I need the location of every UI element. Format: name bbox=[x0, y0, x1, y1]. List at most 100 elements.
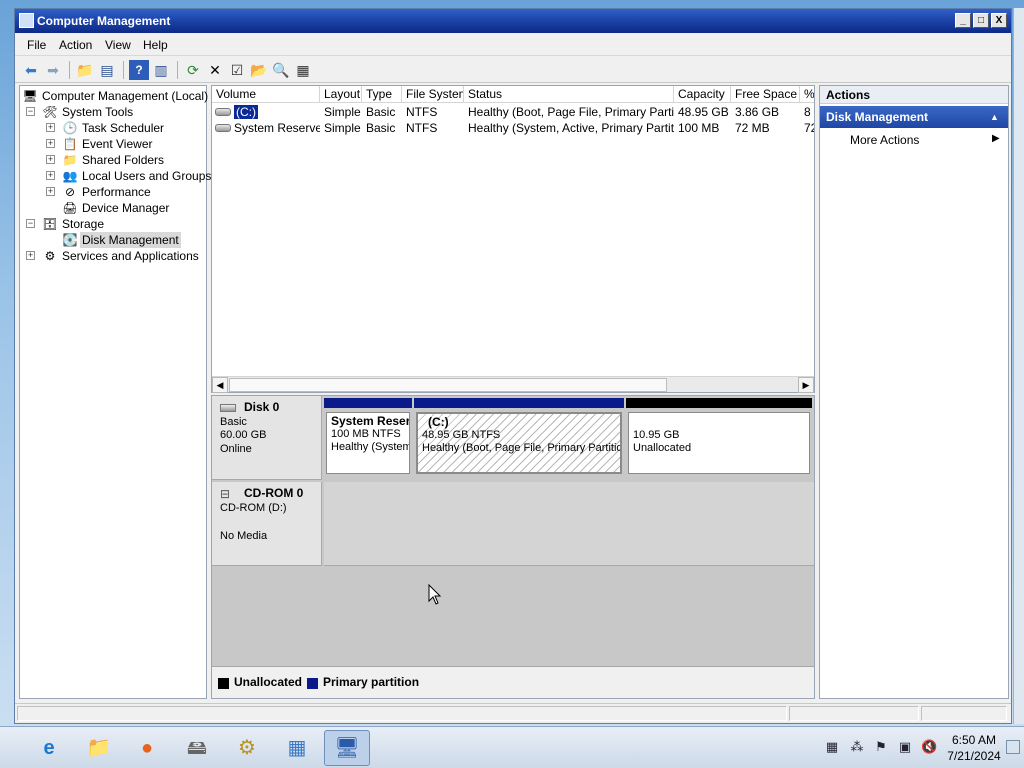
computer-management-window: Computer Management _ □ X File Action Vi… bbox=[14, 8, 1012, 724]
scroll-left-icon[interactable]: ◀ bbox=[212, 377, 228, 393]
actions-pane: Actions Disk Management ▲ More Actions ▶ bbox=[819, 85, 1009, 699]
forward-arrow-icon[interactable]: ➡ bbox=[43, 60, 63, 80]
volume-type: Basic bbox=[366, 121, 396, 135]
disk-map: Disk 0 Basic 60.00 GB Online System Rese… bbox=[211, 395, 815, 699]
disk-settings-icon[interactable]: ▦ bbox=[293, 60, 313, 80]
column-header-free-space[interactable]: Free Space bbox=[731, 86, 800, 103]
menu-view[interactable]: View bbox=[99, 34, 137, 56]
scroll-thumb[interactable] bbox=[229, 378, 667, 392]
column-header-layout[interactable]: Layout bbox=[320, 86, 362, 103]
expand-icon[interactable]: + bbox=[46, 187, 55, 196]
flag-icon[interactable]: ⚑ bbox=[873, 739, 889, 755]
scroll-right-icon[interactable]: ▶ bbox=[798, 377, 814, 393]
language-icon[interactable]: ⁂ bbox=[849, 739, 865, 755]
tools-icon: 🛠 bbox=[42, 105, 58, 119]
clock[interactable]: 6:50 AM 7/21/2024 bbox=[936, 732, 1012, 764]
actions-title: Actions bbox=[820, 86, 1008, 104]
partition-body: System Reser 100 MB NTFS Healthy (System bbox=[326, 412, 410, 474]
table-row[interactable]: (C:) Simple Basic NTFS Healthy (Boot, Pa… bbox=[212, 104, 814, 120]
users-icon: 👥 bbox=[62, 169, 78, 183]
properties-icon[interactable]: ☑ bbox=[227, 60, 247, 80]
open-folder-icon[interactable]: 📂 bbox=[249, 60, 269, 80]
column-header-type[interactable]: Type bbox=[362, 86, 402, 103]
more-actions-label: More Actions bbox=[850, 133, 920, 147]
volume-muted-icon[interactable]: 🔇 bbox=[921, 739, 937, 755]
expand-icon[interactable]: + bbox=[26, 251, 35, 260]
menu-help[interactable]: Help bbox=[137, 34, 174, 56]
column-header-volume[interactable]: Volume bbox=[212, 86, 320, 103]
volume-list-header: Volume Layout Type File System Status Ca… bbox=[212, 86, 814, 103]
partition-system-reserved[interactable]: System Reser 100 MB NTFS Healthy (System bbox=[324, 398, 412, 478]
tree-label: Services and Applications bbox=[62, 249, 199, 263]
server-manager-icon[interactable]: 🖴 bbox=[174, 730, 220, 766]
volume-capacity: 48.95 GB bbox=[678, 105, 729, 119]
partition-unallocated[interactable]: 10.95 GB Unallocated bbox=[626, 398, 812, 478]
menu-action[interactable]: Action bbox=[53, 34, 98, 56]
show-hide-console-tree-icon[interactable]: ▤ bbox=[97, 60, 117, 80]
expand-icon[interactable]: + bbox=[46, 155, 55, 164]
help-icon[interactable]: ? bbox=[129, 60, 149, 80]
file-explorer-icon[interactable]: 📁 bbox=[76, 730, 122, 766]
collapse-icon[interactable]: − bbox=[26, 219, 35, 228]
computer-management-icon: 🖥 bbox=[22, 89, 38, 103]
volume-list: Volume Layout Type File System Status Ca… bbox=[211, 85, 815, 393]
maximize-button[interactable]: □ bbox=[973, 13, 989, 28]
expand-icon[interactable]: + bbox=[46, 171, 55, 180]
column-header-file-system[interactable]: File System bbox=[402, 86, 464, 103]
up-folder-icon[interactable]: 📁 bbox=[75, 60, 95, 80]
tree-label: Event Viewer bbox=[82, 137, 153, 151]
internet-explorer-icon[interactable]: e bbox=[26, 730, 72, 766]
tools-app-icon[interactable]: ⚙ bbox=[224, 730, 270, 766]
more-actions-item[interactable]: More Actions ▶ bbox=[820, 130, 1008, 150]
control-panel-icon[interactable]: ▦ bbox=[274, 730, 320, 766]
status-bar bbox=[15, 703, 1011, 723]
legend-unallocated: Unallocated bbox=[234, 675, 303, 689]
legend: Unallocated Primary partition bbox=[212, 666, 814, 698]
volume-name: System Reserved bbox=[234, 121, 320, 135]
refresh-icon[interactable]: ⟳ bbox=[183, 60, 203, 80]
column-header-capacity[interactable]: Capacity bbox=[674, 86, 731, 103]
cdrom-0-label[interactable]: ⊟ CD-ROM 0 CD-ROM (D:) No Media bbox=[212, 482, 322, 566]
taskbar: e 📁 ● 🖴 ⚙ ▦ 🖥 ▦ ⁂ ⚑ ▣ 🔇 6:50 AM 7/21/202… bbox=[0, 726, 1024, 768]
table-row[interactable]: System Reserved Simple Basic NTFS Health… bbox=[212, 120, 814, 136]
background-window-edge bbox=[1013, 8, 1024, 724]
disk-state: Online bbox=[220, 443, 252, 455]
volume-free-space: 3.86 GB bbox=[735, 105, 780, 119]
partition-c-drive[interactable]: (C:) 48.95 GB NTFS Healthy (Boot, Page F… bbox=[414, 398, 624, 478]
computer-management-icon bbox=[19, 13, 34, 28]
event-viewer-icon: 📋 bbox=[62, 137, 78, 151]
partition-size: 100 MB NTFS bbox=[331, 428, 401, 440]
show-hide-action-pane-icon[interactable]: ▥ bbox=[151, 60, 171, 80]
network-icon[interactable]: ▣ bbox=[897, 739, 913, 755]
volume-layout: Simple bbox=[324, 121, 361, 135]
back-arrow-icon[interactable]: ⬅ bbox=[21, 60, 41, 80]
window-title: Computer Management bbox=[37, 14, 171, 28]
expand-icon[interactable]: + bbox=[46, 139, 55, 148]
volume-file-system: NTFS bbox=[406, 121, 438, 135]
tree-label: Performance bbox=[82, 185, 151, 199]
volume-file-system: NTFS bbox=[406, 105, 438, 119]
search-icon[interactable]: 🔍 bbox=[271, 60, 291, 80]
disk-0-label[interactable]: Disk 0 Basic 60.00 GB Online bbox=[212, 396, 322, 480]
expand-icon[interactable]: + bbox=[46, 123, 55, 132]
menu-file[interactable]: File bbox=[21, 34, 52, 56]
storage-icon: 🗄 bbox=[42, 217, 58, 231]
minimize-button[interactable]: _ bbox=[955, 13, 971, 28]
clock-time: 6:50 AM bbox=[951, 733, 997, 747]
close-button[interactable]: X bbox=[991, 13, 1007, 28]
show-desktop-button[interactable] bbox=[1006, 740, 1020, 754]
column-header-percent-free[interactable]: % bbox=[800, 86, 814, 103]
column-header-status[interactable]: Status bbox=[464, 86, 674, 103]
performance-icon: ⊘ bbox=[64, 185, 76, 199]
volume-status: Healthy (System, Active, Primary Partiti… bbox=[468, 121, 674, 135]
computer-management-taskbar-button[interactable]: 🖥 bbox=[324, 730, 370, 766]
delete-icon[interactable]: ✕ bbox=[205, 60, 225, 80]
toolbar-separator bbox=[123, 61, 124, 79]
collapse-arrow-icon[interactable]: ▲ bbox=[990, 106, 999, 128]
collapse-icon[interactable]: − bbox=[26, 107, 35, 116]
firefox-icon[interactable]: ● bbox=[124, 730, 170, 766]
actions-section-disk-management[interactable]: Disk Management ▲ bbox=[820, 106, 1008, 128]
grid-icon[interactable]: ▦ bbox=[824, 739, 840, 755]
horizontal-scrollbar[interactable]: ◀ ▶ bbox=[212, 376, 814, 393]
title-bar[interactable]: Computer Management _ □ X bbox=[15, 9, 1011, 33]
